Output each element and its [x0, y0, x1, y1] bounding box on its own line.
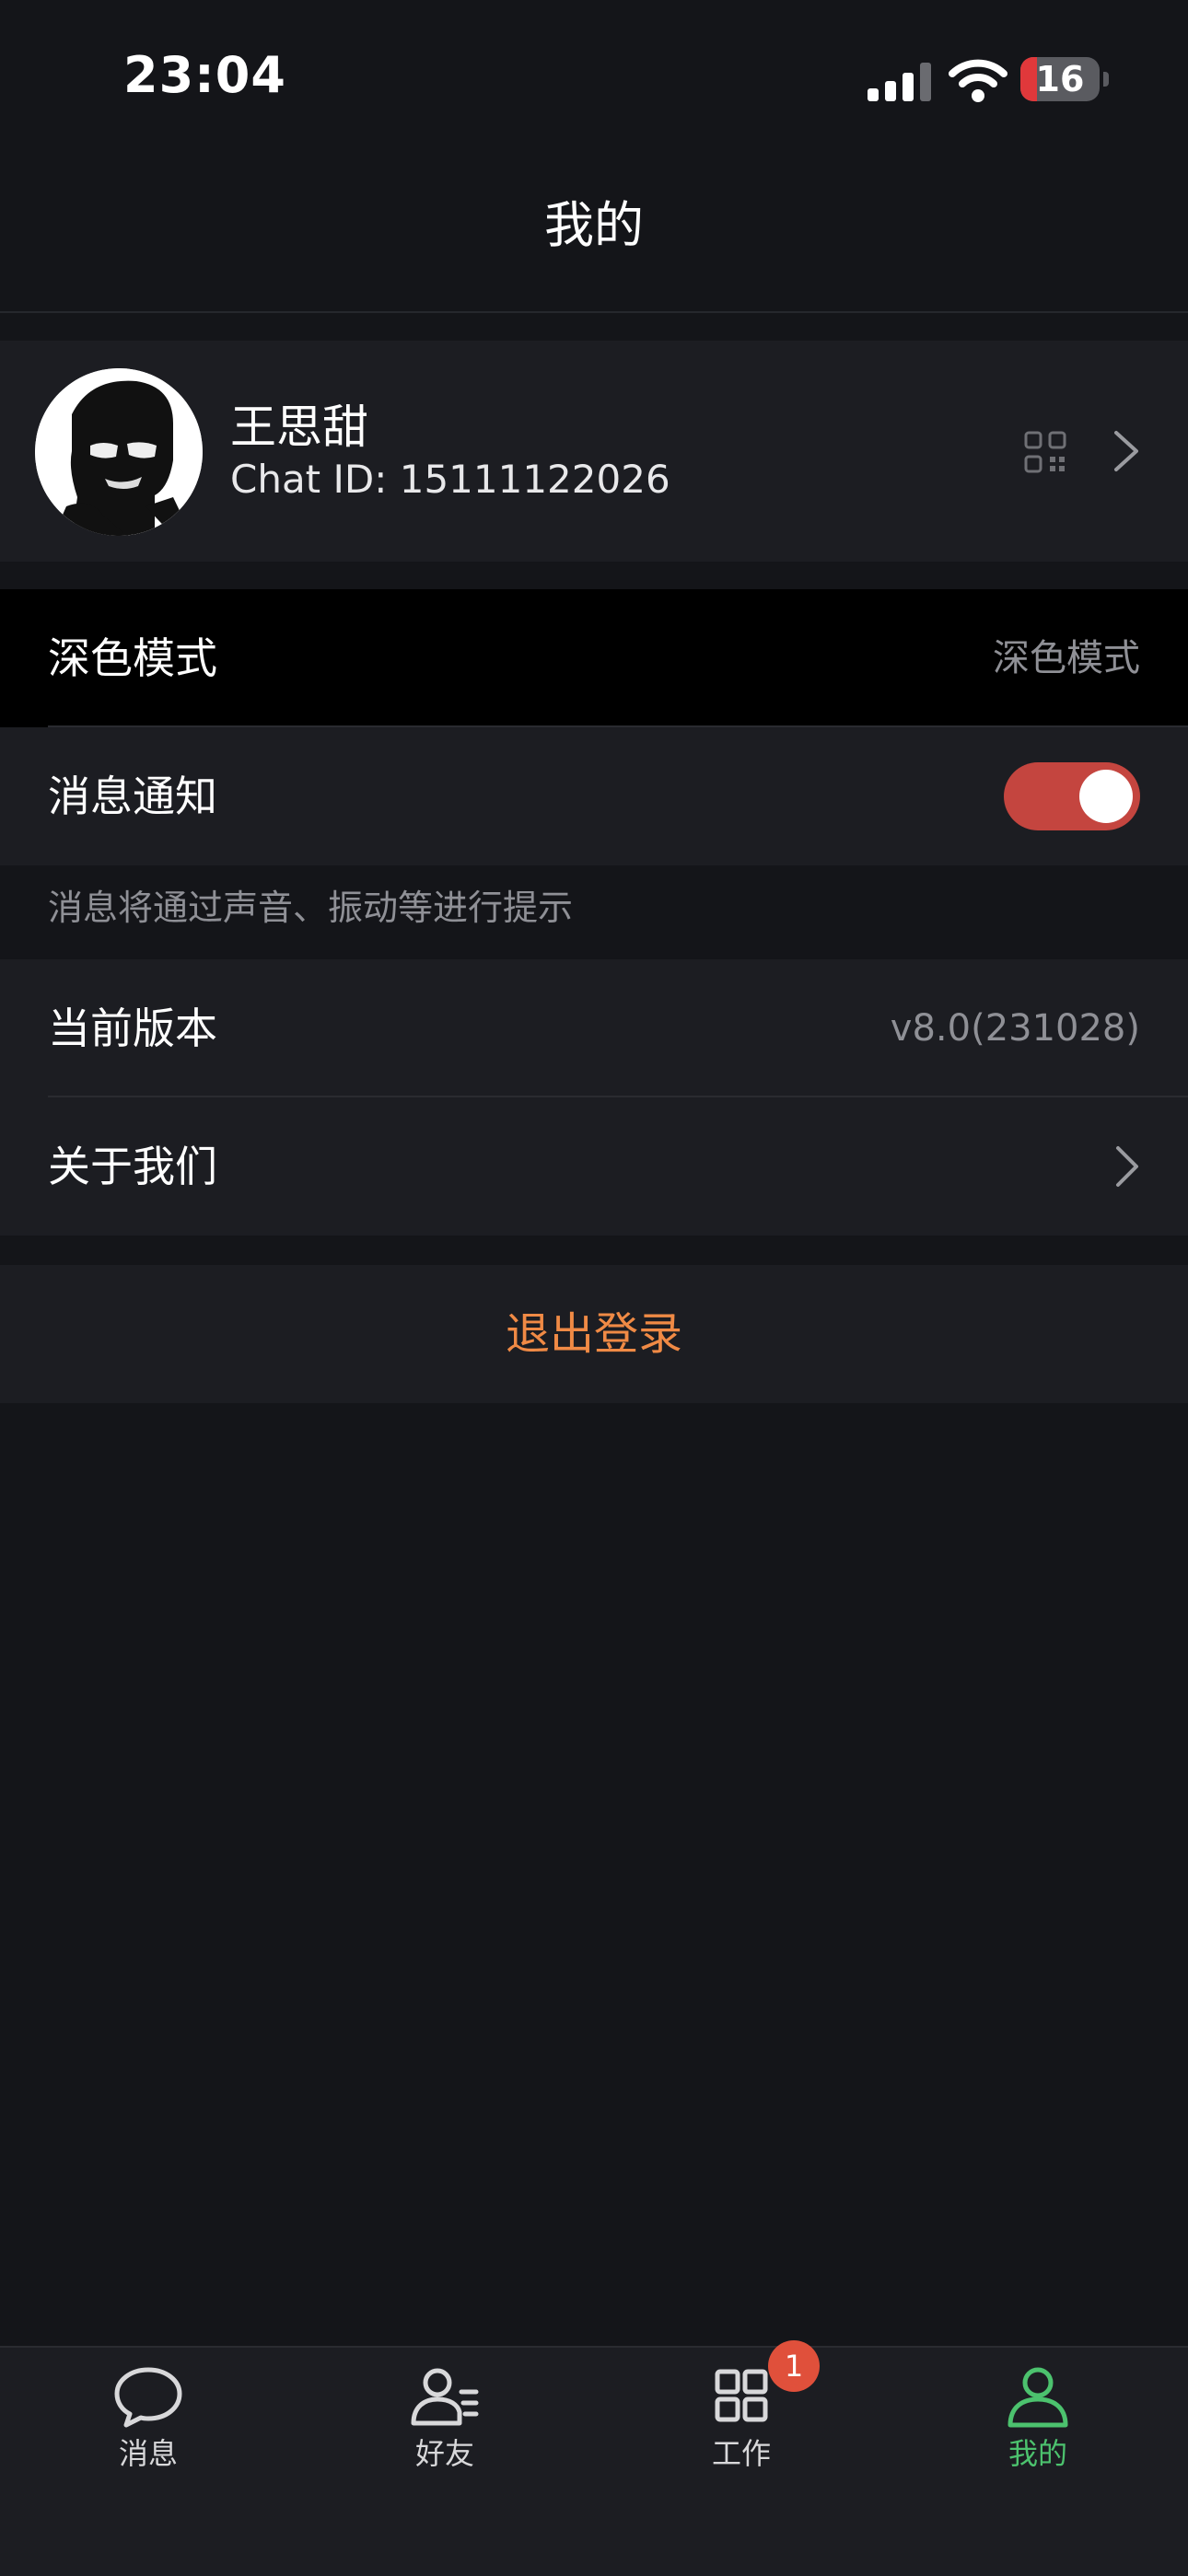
toggle-knob	[1079, 770, 1133, 823]
tab-label: 消息	[118, 2436, 178, 2471]
qr-code-icon[interactable]	[1024, 431, 1066, 473]
notification-badge: 1	[768, 2340, 820, 2392]
contacts-icon	[411, 2368, 479, 2426]
tab-bar: 消息 好友 1 工作 我的	[0, 2340, 1188, 2576]
cellular-signal-icon	[868, 63, 931, 101]
profile-name: 王思甜	[230, 400, 368, 454]
battery-icon: 16	[1020, 57, 1100, 101]
about-label: 关于我们	[48, 1142, 217, 1191]
logout-button[interactable]: 退出登录	[0, 1265, 1188, 1403]
chevron-right-icon	[1114, 431, 1138, 471]
notifications-hint: 消息将通过声音、振动等进行提示	[48, 888, 574, 928]
header-divider	[0, 311, 1188, 313]
about-row[interactable]: 关于我们	[0, 1097, 1188, 1236]
notifications-label: 消息通知	[48, 772, 217, 821]
version-value: v8.0(231028)	[890, 1007, 1140, 1050]
grid-icon	[715, 2369, 768, 2422]
notifications-row: 消息通知	[0, 727, 1188, 865]
version-label: 当前版本	[48, 1004, 217, 1053]
chat-bubble-icon	[114, 2367, 182, 2428]
avatar[interactable]	[35, 368, 203, 536]
tab-label: 我的	[1007, 2436, 1067, 2471]
tab-label: 好友	[414, 2436, 474, 2471]
tab-messages[interactable]: 消息	[0, 2348, 297, 2477]
tab-label: 工作	[711, 2436, 771, 2471]
battery-indicator: 16	[1020, 57, 1109, 101]
profile-chat-id: Chat ID: 15111122026	[230, 457, 670, 502]
person-icon	[1007, 2367, 1068, 2428]
wifi-icon	[949, 59, 1007, 102]
tab-me[interactable]: 我的	[890, 2348, 1186, 2477]
battery-level: 16	[1035, 59, 1085, 99]
notifications-toggle[interactable]	[1004, 762, 1140, 830]
status-bar: 23:04 16	[0, 0, 1188, 147]
dark-mode-label: 深色模式	[48, 633, 217, 683]
tab-friends[interactable]: 好友	[297, 2348, 593, 2477]
status-time: 23:04	[123, 46, 286, 104]
page-title: 我的	[544, 196, 644, 254]
tab-work[interactable]: 1 工作	[593, 2340, 890, 2477]
dark-mode-value: 深色模式	[993, 637, 1140, 679]
chevron-right-icon	[1116, 1146, 1138, 1187]
version-row: 当前版本 v8.0(231028)	[0, 959, 1188, 1097]
profile-card[interactable]: 王思甜 Chat ID: 15111122026	[0, 341, 1188, 562]
dark-mode-row[interactable]: 深色模式 深色模式	[0, 589, 1188, 727]
